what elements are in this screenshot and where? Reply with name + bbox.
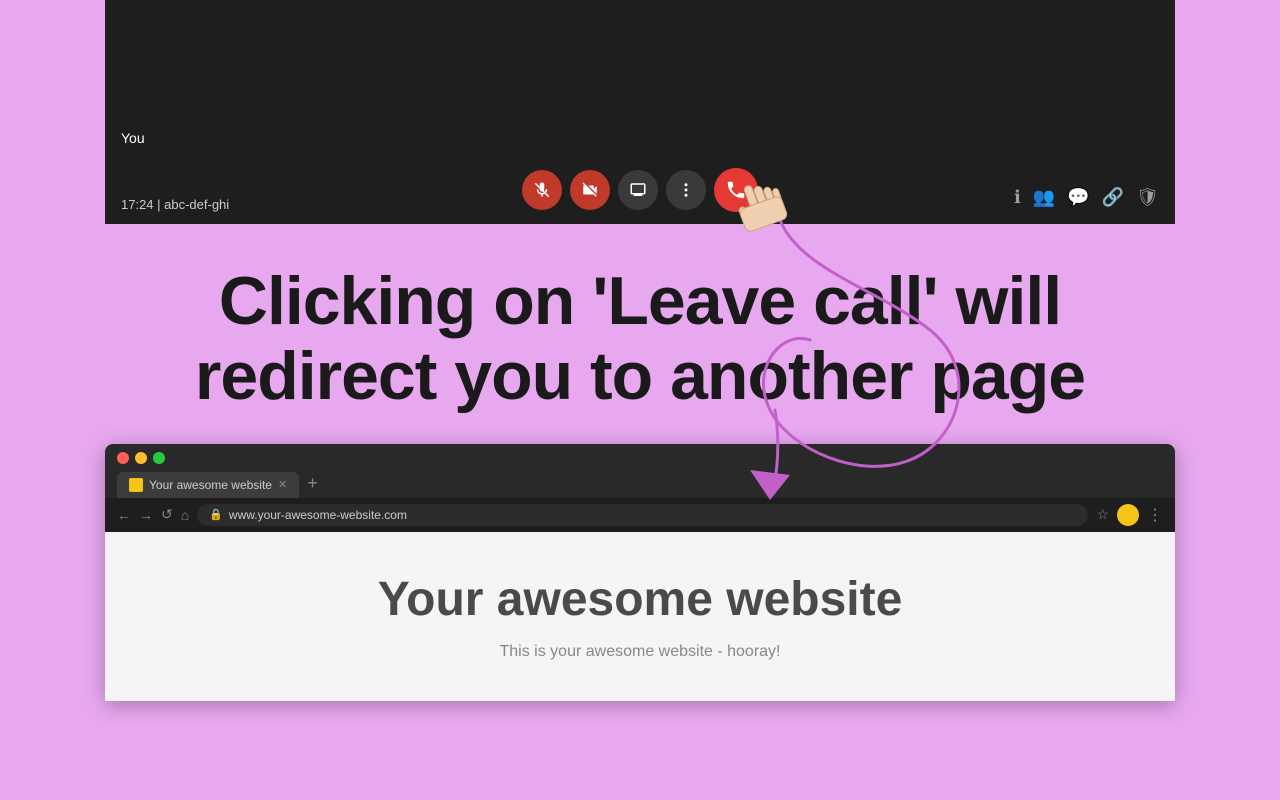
- home-button[interactable]: ⌂: [181, 507, 189, 523]
- user-label: You: [121, 130, 145, 146]
- tab-close-button[interactable]: ✕: [278, 478, 287, 491]
- close-traffic-light[interactable]: [117, 452, 129, 464]
- camera-off-button[interactable]: [570, 170, 610, 210]
- forward-button[interactable]: →: [139, 507, 153, 523]
- back-button[interactable]: ←: [117, 507, 131, 523]
- call-info: 17:24 | abc-def-ghi: [121, 197, 229, 212]
- activities-icon[interactable]: 🔗: [1102, 187, 1124, 208]
- reload-button[interactable]: ↺: [161, 506, 173, 523]
- share-screen-button[interactable]: [618, 170, 658, 210]
- website-subtitle: This is your awesome website - hooray!: [500, 643, 781, 661]
- url-text: www.your-awesome-website.com: [229, 508, 407, 522]
- browser-address-bar: ← → ↺ ⌂ 🔒 www.your-awesome-website.com ☆…: [105, 498, 1175, 532]
- call-controls: [522, 168, 758, 212]
- more-options-button[interactable]: [666, 170, 706, 210]
- instruction-area: Clicking on 'Leave call' willredirect yo…: [0, 224, 1280, 444]
- lock-icon: 🔒: [209, 508, 223, 521]
- browser-tabs: Your awesome website ✕ +: [117, 472, 1163, 498]
- maximize-traffic-light[interactable]: [153, 452, 165, 464]
- leave-call-button[interactable]: [714, 168, 758, 212]
- shield-icon[interactable]: 🛡: [1136, 187, 1159, 208]
- chat-icon[interactable]: 💬: [1067, 187, 1089, 208]
- browser-profile-avatar[interactable]: [1117, 504, 1139, 526]
- browser-content: Your awesome website This is your awesom…: [105, 532, 1175, 701]
- instruction-heading: Clicking on 'Leave call' willredirect yo…: [60, 264, 1220, 414]
- address-bar[interactable]: 🔒 www.your-awesome-website.com: [197, 504, 1088, 526]
- minimize-traffic-light[interactable]: [135, 452, 147, 464]
- right-icons: ℹ 👥 💬 🔗 🛡: [1014, 187, 1159, 208]
- info-icon[interactable]: ℹ: [1014, 187, 1021, 208]
- mute-button[interactable]: [522, 170, 562, 210]
- tab-label: Your awesome website: [149, 478, 272, 492]
- browser-chrome: Your awesome website ✕ +: [105, 444, 1175, 498]
- traffic-lights: [117, 452, 1163, 464]
- website-title: Your awesome website: [378, 572, 903, 627]
- tab-favicon: [129, 478, 143, 492]
- bookmark-button[interactable]: ☆: [1096, 506, 1109, 523]
- browser-tab-active[interactable]: Your awesome website ✕: [117, 472, 299, 498]
- video-call-bar: You 17:24 | abc-def-ghi: [105, 0, 1175, 224]
- browser-mockup: Your awesome website ✕ + ← → ↺ ⌂ 🔒 www.y…: [105, 444, 1175, 701]
- browser-menu-button[interactable]: ⋮: [1147, 505, 1163, 525]
- new-tab-button[interactable]: +: [299, 473, 326, 498]
- people-icon[interactable]: 👥: [1033, 187, 1055, 208]
